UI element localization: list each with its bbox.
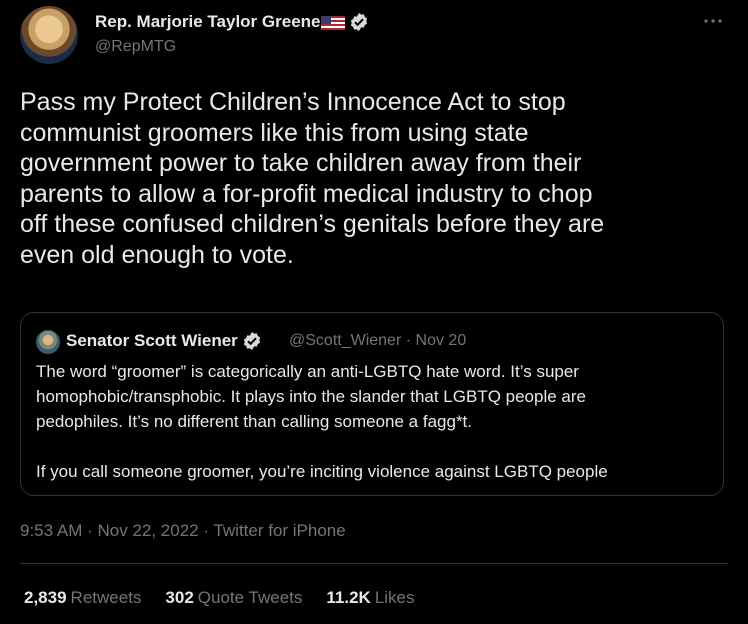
likes-count: 11.2K bbox=[326, 588, 371, 607]
tweet-date[interactable]: Nov 22, 2022 bbox=[97, 521, 198, 540]
tweet-time[interactable]: 9:53 AM bbox=[20, 521, 82, 540]
quoted-separator: · bbox=[405, 332, 412, 349]
source-separator: · bbox=[198, 521, 214, 540]
retweets-stat[interactable]: 2,839 Retweets bbox=[24, 588, 141, 608]
more-options-icon[interactable] bbox=[700, 10, 726, 32]
author-name-row[interactable]: Rep. Marjorie Taylor Greene bbox=[95, 12, 369, 32]
tweet-source[interactable]: Twitter for iPhone bbox=[213, 521, 345, 540]
divider bbox=[20, 563, 728, 564]
quoted-date: Nov 20 bbox=[415, 332, 467, 349]
author-avatar[interactable] bbox=[20, 6, 78, 64]
quote-tweets-count: 302 bbox=[165, 588, 194, 607]
quoted-tweet[interactable]: Senator Scott Wiener @Scott_Wiener · Nov… bbox=[20, 312, 724, 496]
tweet-stats: 2,839 Retweets 302 Quote Tweets 11.2K Likes bbox=[24, 588, 439, 608]
quoted-author-name-row: Senator Scott Wiener bbox=[66, 331, 262, 351]
quoted-author-name: Senator Scott Wiener bbox=[66, 331, 238, 350]
tweet: Rep. Marjorie Taylor Greene @RepMTG Pass… bbox=[0, 0, 748, 624]
us-flag-icon bbox=[321, 15, 346, 30]
quoted-tweet-text: The word “groomer” is categorically an a… bbox=[36, 362, 608, 481]
timestamp-separator: · bbox=[82, 521, 98, 540]
author-name[interactable]: Rep. Marjorie Taylor Greene bbox=[95, 12, 320, 32]
author-handle[interactable]: @RepMTG bbox=[95, 38, 176, 56]
quoted-author-avatar[interactable] bbox=[36, 330, 60, 354]
verified-badge-icon bbox=[349, 12, 369, 32]
tweet-timestamp: 9:53 AM · Nov 22, 2022 · Twitter for iPh… bbox=[20, 521, 346, 541]
quote-tweets-label: Quote Tweets bbox=[197, 588, 303, 607]
quoted-author-handle: @Scott_Wiener bbox=[289, 332, 402, 349]
verified-badge-icon bbox=[242, 331, 262, 351]
quoted-meta: @Scott_Wiener · Nov 20 bbox=[289, 332, 466, 350]
likes-stat[interactable]: 11.2K Likes bbox=[326, 588, 414, 608]
retweets-label: Retweets bbox=[70, 588, 142, 607]
retweets-count: 2,839 bbox=[24, 588, 67, 607]
tweet-text: Pass my Protect Children’s Innocence Act… bbox=[20, 88, 605, 269]
quote-tweets-stat[interactable]: 302 Quote Tweets bbox=[165, 588, 302, 608]
likes-label: Likes bbox=[374, 588, 415, 607]
